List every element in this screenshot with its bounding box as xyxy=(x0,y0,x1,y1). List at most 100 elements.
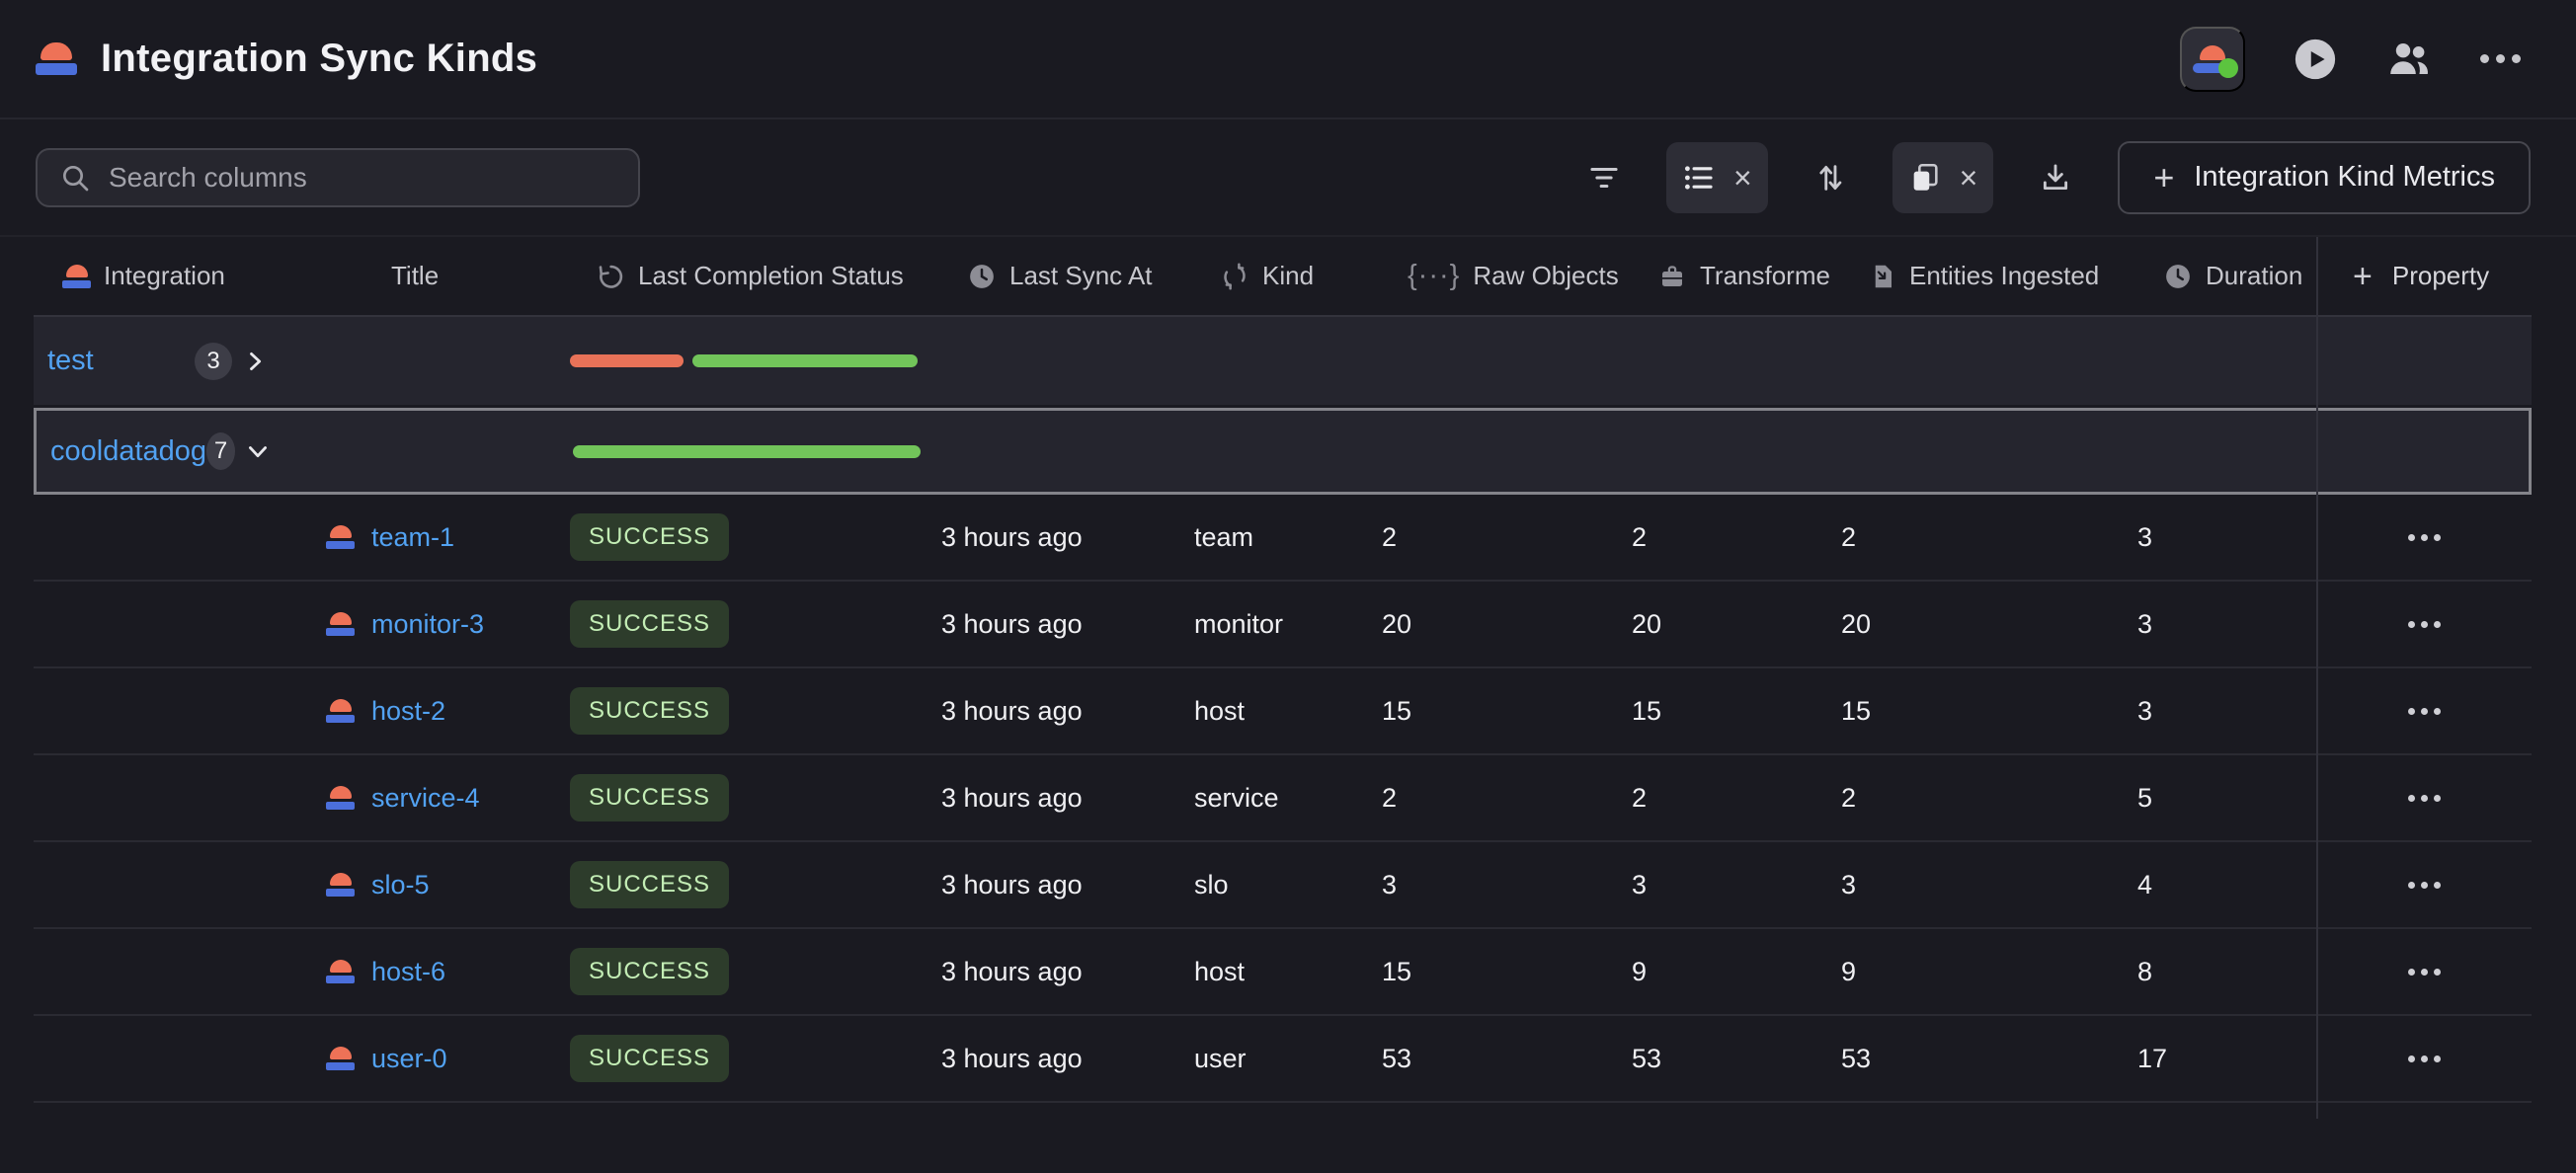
status-badge: SUCCESS xyxy=(570,600,729,648)
sync-kind-link[interactable]: service-4 xyxy=(371,783,480,814)
column-header-entities-ingested: Entities Ingested xyxy=(1841,261,2137,291)
transformed-cell: 20 xyxy=(1632,609,1841,640)
transformed-cell: 3 xyxy=(1632,870,1841,900)
kind-cell: monitor xyxy=(1194,609,1382,640)
group-count-badge: 7 xyxy=(206,432,235,470)
column-header-title: Title xyxy=(326,261,570,291)
last-sync-cell: 3 hours ago xyxy=(941,783,1194,814)
column-label: Duration xyxy=(2206,261,2302,291)
top-bar: Integration Sync Kinds xyxy=(0,0,2576,119)
more-options-button[interactable] xyxy=(2480,54,2521,63)
duration-cell: 4 xyxy=(2137,870,2317,900)
status-badge: SUCCESS xyxy=(570,948,729,995)
status-badge: SUCCESS xyxy=(570,774,729,821)
clock-icon xyxy=(2163,262,2193,291)
integration-sync-kinds-page: { "topbar": { "title": "Integration Sync… xyxy=(0,0,2576,1173)
sync-kind-link[interactable]: user-0 xyxy=(371,1044,447,1074)
row-menu-button[interactable] xyxy=(2398,524,2451,551)
search-columns-box[interactable] xyxy=(36,148,640,207)
title-cell: team-1 xyxy=(326,522,570,553)
chevron-down-icon xyxy=(244,437,272,465)
status-badge: SUCCESS xyxy=(570,513,729,561)
clear-columns-icon[interactable]: × xyxy=(1960,162,1978,194)
column-label: Entities Ingested xyxy=(1909,261,2099,291)
audience-button[interactable] xyxy=(2385,36,2433,83)
completion-status-bars xyxy=(573,445,944,458)
status-badge: SUCCESS xyxy=(570,1035,729,1082)
raw-objects-cell: 20 xyxy=(1382,609,1632,640)
braces-icon: {···} xyxy=(1408,260,1460,292)
row-menu-button[interactable] xyxy=(2398,959,2451,985)
search-icon xyxy=(59,162,91,194)
table-row[interactable]: monitor-3 SUCCESS 3 hours ago monitor 20… xyxy=(34,582,2532,668)
row-menu-button[interactable] xyxy=(2398,698,2451,725)
column-header-transformed: Transforme xyxy=(1632,261,1841,291)
add-property-button[interactable]: + Property xyxy=(2317,260,2532,293)
raw-objects-cell: 2 xyxy=(1382,522,1632,553)
sync-icon xyxy=(1220,262,1249,291)
integration-logo-icon xyxy=(326,960,355,983)
table-toolbar: × × + Integration Kind Metrics xyxy=(0,119,2576,237)
column-header-kind: Kind xyxy=(1194,261,1382,291)
status-badge: SUCCESS xyxy=(570,861,729,908)
chevron-right-icon xyxy=(241,348,269,375)
integration-logo-icon xyxy=(326,786,355,810)
group-link[interactable]: test xyxy=(47,345,94,377)
clear-group-by-icon[interactable]: × xyxy=(1733,162,1752,194)
sync-kind-link[interactable]: team-1 xyxy=(371,522,454,553)
expand-group-button[interactable] xyxy=(241,348,269,375)
group-link[interactable]: cooldatadog xyxy=(50,435,206,468)
resync-play-button[interactable] xyxy=(2293,37,2338,82)
table-row[interactable]: slo-5 SUCCESS 3 hours ago slo 3 3 3 4 xyxy=(34,842,2532,929)
sync-kind-link[interactable]: host-6 xyxy=(371,957,445,987)
group-by-button[interactable]: × xyxy=(1666,142,1768,213)
table-row[interactable]: service-4 SUCCESS 3 hours ago service 2 … xyxy=(34,755,2532,842)
table-row[interactable]: host-2 SUCCESS 3 hours ago host 15 15 15… xyxy=(34,668,2532,755)
row-menu-button[interactable] xyxy=(2398,872,2451,899)
kind-cell: slo xyxy=(1194,870,1382,900)
filter-icon xyxy=(1587,161,1621,195)
table-row[interactable]: host-6 SUCCESS 3 hours ago host 15 9 9 8 xyxy=(34,929,2532,1016)
status-bar-success xyxy=(692,354,918,367)
entities-ingested-cell: 9 xyxy=(1841,957,2137,987)
group-name-cell: test 3 xyxy=(34,343,326,380)
entities-ingested-cell: 3 xyxy=(1841,870,2137,900)
collapse-group-button[interactable] xyxy=(244,437,272,465)
integration-logo-icon xyxy=(326,699,355,723)
last-sync-cell: 3 hours ago xyxy=(941,957,1194,987)
sort-button[interactable] xyxy=(1798,142,1863,213)
status-dot-icon xyxy=(2218,58,2238,78)
column-label: Title xyxy=(391,261,439,291)
briefcase-icon xyxy=(1657,262,1687,291)
row-menu-button[interactable] xyxy=(2398,1046,2451,1072)
history-icon xyxy=(596,262,625,291)
kind-cell: user xyxy=(1194,1044,1382,1074)
status-bar-failed xyxy=(570,354,684,367)
integration-logo-icon xyxy=(326,525,355,549)
search-columns-input[interactable] xyxy=(109,162,616,194)
table-row[interactable]: team-1 SUCCESS 3 hours ago team 2 2 2 3 xyxy=(34,495,2532,582)
sync-kind-link[interactable]: monitor-3 xyxy=(371,609,484,640)
row-menu-button[interactable] xyxy=(2398,785,2451,812)
column-label: Kind xyxy=(1262,261,1314,291)
last-sync-cell: 3 hours ago xyxy=(941,696,1194,727)
manage-columns-button[interactable]: × xyxy=(1892,142,1994,213)
group-row-cooldatadog[interactable]: cooldatadog 7 xyxy=(34,408,2532,495)
entities-ingested-cell: 53 xyxy=(1841,1044,2137,1074)
table-row[interactable]: user-0 SUCCESS 3 hours ago user 53 53 53… xyxy=(34,1016,2532,1103)
integration-app-button[interactable] xyxy=(2180,27,2245,92)
entities-ingested-cell: 15 xyxy=(1841,696,2137,727)
toolbar-actions: × × + Integration Kind Metrics xyxy=(1571,141,2531,214)
duration-cell: 8 xyxy=(2137,957,2317,987)
ingest-icon xyxy=(1867,262,1896,291)
filter-button[interactable] xyxy=(1571,142,1637,213)
download-button[interactable] xyxy=(2023,142,2088,213)
group-row-test[interactable]: test 3 xyxy=(34,317,2532,405)
add-integration-kind-metrics-button[interactable]: + Integration Kind Metrics xyxy=(2118,141,2531,214)
kind-cell: team xyxy=(1194,522,1382,553)
row-menu-button[interactable] xyxy=(2398,611,2451,638)
column-header-duration: Duration xyxy=(2137,261,2317,291)
title-cell: slo-5 xyxy=(326,870,570,900)
sync-kind-link[interactable]: slo-5 xyxy=(371,870,430,900)
sync-kind-link[interactable]: host-2 xyxy=(371,696,445,727)
